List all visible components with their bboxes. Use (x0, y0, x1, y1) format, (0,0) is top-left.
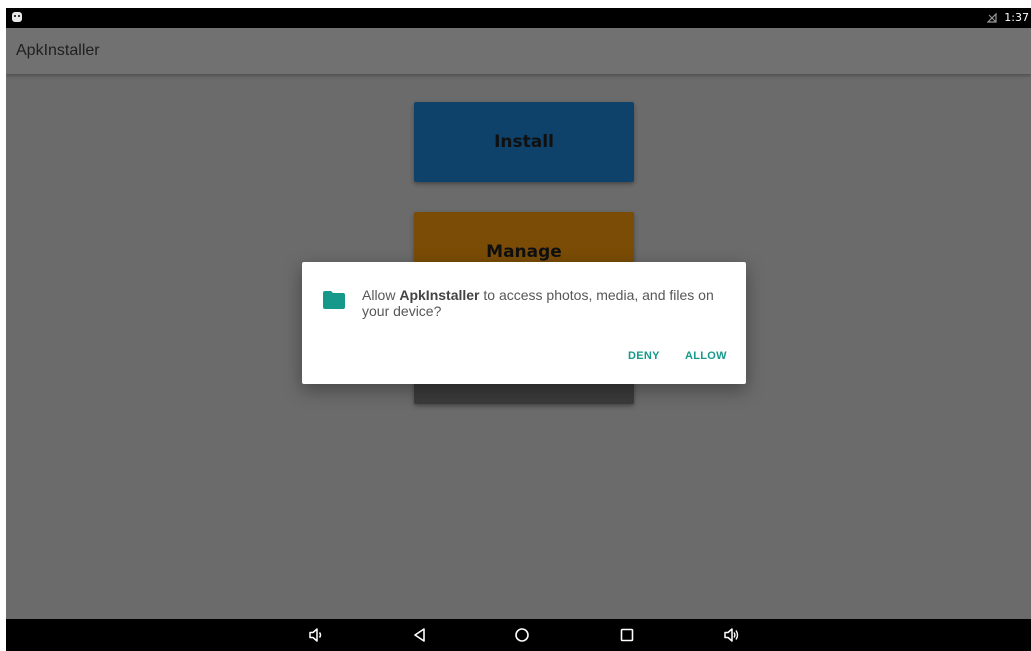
app-title: ApkInstaller (16, 42, 100, 59)
recents-icon[interactable] (619, 627, 635, 643)
home-icon[interactable] (514, 627, 530, 643)
install-button[interactable]: Install (414, 102, 634, 182)
volume-up-icon[interactable] (724, 627, 740, 643)
back-icon[interactable] (412, 627, 428, 643)
message-prefix: Allow (362, 287, 400, 303)
permission-dialog: Allow ApkInstaller to access photos, med… (302, 262, 746, 384)
android-notification-icon (12, 12, 22, 22)
navigation-bar (6, 619, 1031, 651)
folder-icon (323, 291, 345, 309)
status-time: 1:37 (1004, 11, 1029, 24)
volume-down-icon[interactable] (308, 627, 324, 643)
app-bar: ApkInstaller (6, 28, 1031, 74)
dialog-message: Allow ApkInstaller to access photos, med… (362, 287, 732, 319)
allow-button[interactable]: ALLOW (685, 350, 727, 362)
deny-button[interactable]: DENY (628, 350, 660, 362)
status-bar: 1:37 (6, 8, 1031, 28)
dialog-app-name: ApkInstaller (399, 287, 480, 303)
no-signal-icon (987, 13, 997, 23)
screen: 1:37 ApkInstaller Install Manage Allow A… (6, 8, 1031, 651)
